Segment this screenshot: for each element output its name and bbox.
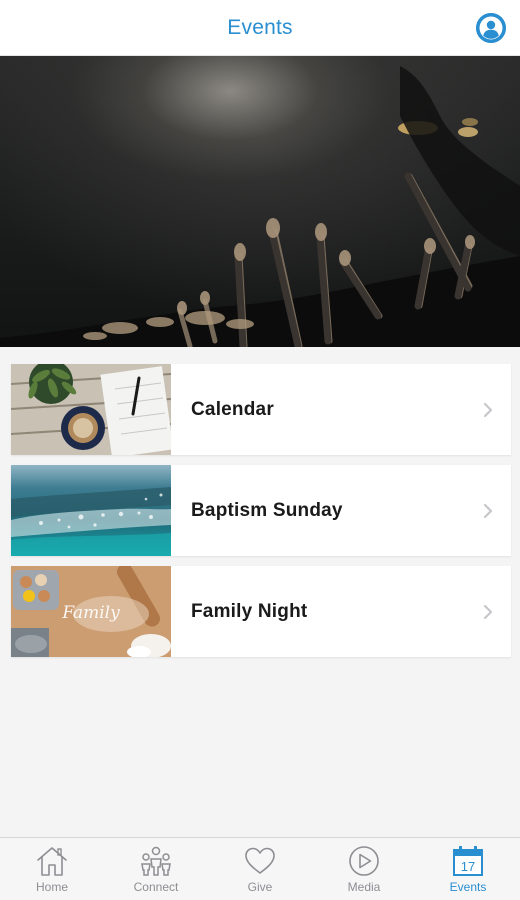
chevron-right-icon xyxy=(483,402,493,417)
profile-button[interactable] xyxy=(476,13,506,43)
flour-lettering: Family xyxy=(61,603,120,623)
play-icon xyxy=(349,846,379,876)
event-item-family-night[interactable]: Family Family Night xyxy=(11,566,511,657)
event-item-calendar[interactable]: Calendar xyxy=(11,364,511,455)
event-title: Family Night xyxy=(191,600,308,622)
tab-bar: Home Connect Give Media 17 Events xyxy=(0,837,520,900)
event-thumbnail xyxy=(11,364,171,455)
event-list: Calendar Baptism Sunday Family Family Ni… xyxy=(11,364,511,667)
tab-label: Home xyxy=(35,880,68,894)
event-thumbnail: Family xyxy=(11,566,171,657)
chevron-right-icon xyxy=(483,604,493,619)
tab-label: Connect xyxy=(133,880,179,894)
heart-icon xyxy=(245,847,275,874)
tab-connect[interactable]: Connect xyxy=(104,838,208,900)
tab-media[interactable]: Media xyxy=(312,838,416,900)
tab-label: Media xyxy=(347,880,381,894)
tab-events[interactable]: 17 Events xyxy=(416,838,520,900)
calendar-icon: 17 xyxy=(453,846,483,876)
hero-image xyxy=(0,56,520,347)
worship-hands-illustration xyxy=(0,66,520,347)
user-icon xyxy=(476,13,506,43)
nav-header: Events xyxy=(0,0,520,56)
tab-give[interactable]: Give xyxy=(208,838,312,900)
desk-planner-image xyxy=(11,364,171,455)
page-title: Events xyxy=(227,15,293,39)
family-baking-image: Family xyxy=(11,566,171,657)
calendar-day-number: 17 xyxy=(461,859,475,874)
chevron-right-icon xyxy=(483,503,493,518)
event-title: Calendar xyxy=(191,398,274,420)
tab-label: Give xyxy=(247,880,273,894)
home-icon xyxy=(37,847,67,876)
tab-label: Events xyxy=(449,880,487,894)
tab-home[interactable]: Home xyxy=(0,838,104,900)
people-icon xyxy=(141,846,171,876)
event-item-baptism-sunday[interactable]: Baptism Sunday xyxy=(11,465,511,556)
event-title: Baptism Sunday xyxy=(191,499,343,521)
event-thumbnail xyxy=(11,465,171,556)
ocean-waves-image xyxy=(11,465,171,556)
